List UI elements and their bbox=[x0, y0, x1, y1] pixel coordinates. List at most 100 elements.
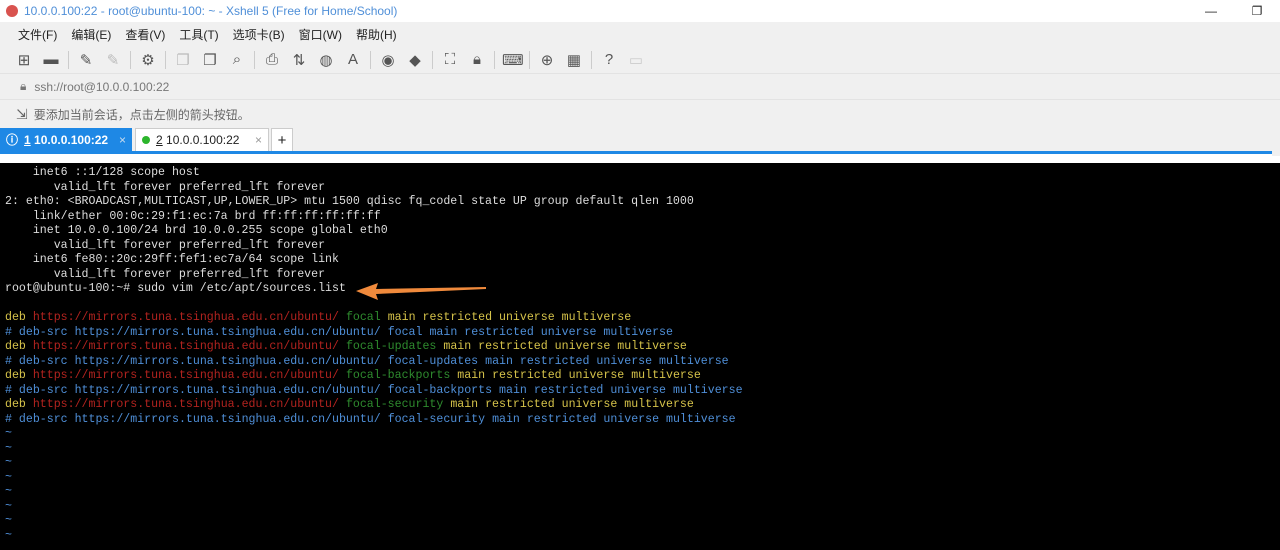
terminal-text: inet 10.0.0.100/24 brd 10.0.0.255 scope … bbox=[5, 224, 388, 237]
terminal[interactable]: inet6 ::1/128 scope host valid_lft forev… bbox=[0, 163, 1280, 550]
session-hint: 要添加当前会话，点击左侧的箭头按钮。 bbox=[33, 108, 250, 122]
source-suite: focal-security bbox=[387, 412, 486, 426]
tab-label: 10.0.0.100:22 bbox=[34, 132, 109, 147]
source-components: main restricted universe multiverse bbox=[485, 354, 729, 368]
tab-number: 2 bbox=[156, 133, 163, 147]
minimize-button[interactable]: — bbox=[1188, 0, 1234, 22]
sources-line: # deb-src https://mirrors.tuna.tsinghua.… bbox=[5, 384, 1275, 399]
source-url: https://mirrors.tuna.tsinghua.edu.cn/ubu… bbox=[32, 369, 339, 382]
source-components: main restricted universe multiverse bbox=[492, 412, 736, 426]
close-tab-icon[interactable]: × bbox=[255, 133, 262, 147]
source-kind: # deb-src bbox=[5, 383, 68, 397]
source-components: main restricted universe multiverse bbox=[429, 325, 673, 339]
restore-button[interactable]: ❐ bbox=[1234, 0, 1280, 22]
terminal-line: valid_lft forever preferred_lft forever bbox=[5, 181, 1275, 196]
vim-empty-line: ~ bbox=[5, 528, 12, 542]
source-kind: deb bbox=[5, 311, 26, 324]
menu-item[interactable]: 查看(V) bbox=[125, 26, 172, 43]
terminal-line: inet 10.0.0.100/24 brd 10.0.0.255 scope … bbox=[5, 224, 1275, 239]
terminal-text: inet6 ::1/128 scope host bbox=[5, 166, 200, 179]
terminal-line: link/ether 00:0c:29:f1:ec:7a brd ff:ff:f… bbox=[5, 210, 1275, 225]
new-tab-icon[interactable]: ⊕ bbox=[537, 51, 557, 69]
terminal-text: valid_lft forever preferred_lft forever bbox=[5, 267, 326, 281]
address-bar[interactable]: 🔒︎ ssh://root@10.0.0.100:22 bbox=[0, 73, 1280, 99]
help-icon[interactable]: ? bbox=[599, 51, 619, 68]
source-suite: focal-security bbox=[345, 398, 444, 411]
menu-item[interactable]: 文件(F) bbox=[18, 26, 64, 43]
source-url: https://mirrors.tuna.tsinghua.edu.cn/ubu… bbox=[74, 325, 381, 339]
sources-line: # deb-src https://mirrors.tuna.tsinghua.… bbox=[5, 355, 1275, 370]
xftp-icon[interactable]: ◉ bbox=[378, 51, 398, 69]
source-url: https://mirrors.tuna.tsinghua.edu.cn/ubu… bbox=[74, 412, 381, 426]
source-kind: deb bbox=[5, 398, 26, 411]
terminal-line: inet6 fe80::20c:29ff:fef1:ec7a/64 scope … bbox=[5, 253, 1275, 268]
terminal-line: inet6 ::1/128 scope host bbox=[5, 166, 1275, 181]
menu-item[interactable]: 编辑(E) bbox=[71, 26, 118, 43]
xmanager-icon[interactable]: ◆ bbox=[405, 51, 425, 69]
source-suite: focal-updates bbox=[387, 354, 479, 368]
source-kind: # deb-src bbox=[5, 325, 68, 339]
font-icon[interactable]: A bbox=[343, 51, 363, 68]
disconnect-icon[interactable]: ✎ bbox=[103, 51, 123, 69]
menu-item[interactable]: 窗口(W) bbox=[299, 26, 349, 43]
terminal-text: 2: eth0: <BROADCAST,MULTICAST,UP,LOWER_U… bbox=[5, 195, 694, 208]
window-title: 10.0.0.100:22 - root@ubuntu-100: ~ - Xsh… bbox=[24, 4, 398, 18]
vim-empty-line: ~ bbox=[5, 456, 12, 469]
transfer-icon[interactable]: ⇅ bbox=[289, 51, 309, 69]
source-components: main restricted universe multiverse bbox=[387, 311, 632, 324]
new-session-icon[interactable]: ⊞ bbox=[14, 51, 34, 69]
sources-line: # deb-src https://mirrors.tuna.tsinghua.… bbox=[5, 413, 1275, 428]
paste-icon[interactable]: ❐ bbox=[200, 51, 220, 69]
properties-icon[interactable]: ⚙ bbox=[138, 51, 158, 69]
title-bar: 10.0.0.100:22 - root@ubuntu-100: ~ - Xsh… bbox=[0, 0, 1280, 22]
source-suite: focal bbox=[345, 311, 381, 324]
sources-line: # deb-src https://mirrors.tuna.tsinghua.… bbox=[5, 326, 1275, 341]
layout-icon[interactable]: ▦ bbox=[564, 51, 584, 69]
vim-empty-line: ~ bbox=[5, 499, 12, 513]
menu-item[interactable]: 工具(T) bbox=[179, 26, 225, 43]
source-suite: focal-backports bbox=[345, 369, 451, 382]
source-components: main restricted universe multiverse bbox=[443, 340, 687, 353]
terminal-line: valid_lft forever preferred_lft forever bbox=[5, 239, 1275, 254]
open-folder-icon[interactable]: ▬ bbox=[41, 51, 61, 68]
source-kind: deb bbox=[5, 340, 26, 353]
menu-item[interactable]: 选项卡(B) bbox=[233, 26, 292, 43]
sources-line: deb https://mirrors.tuna.tsinghua.edu.cn… bbox=[5, 398, 1275, 413]
fullscreen-icon[interactable]: ⛶ bbox=[440, 51, 460, 68]
source-url: https://mirrors.tuna.tsinghua.edu.cn/ubu… bbox=[74, 383, 381, 397]
source-kind: # deb-src bbox=[5, 354, 68, 368]
menu-item[interactable]: 帮助(H) bbox=[356, 26, 404, 43]
tab-number: 1 bbox=[24, 132, 31, 147]
terminal-line: root@ubuntu-100:~# sudo vim /etc/apt/sou… bbox=[5, 282, 1275, 297]
chat-icon[interactable]: ▭ bbox=[626, 51, 646, 69]
arrow-session-icon[interactable]: ⇲ bbox=[16, 106, 28, 123]
keyboard-icon[interactable]: ⌨ bbox=[502, 51, 524, 69]
lock-icon[interactable]: 🔒︎ bbox=[467, 51, 487, 68]
vim-empty-line: ~ bbox=[5, 427, 12, 440]
source-suite: focal-backports bbox=[387, 383, 493, 397]
sources-line: deb https://mirrors.tuna.tsinghua.edu.cn… bbox=[5, 311, 1275, 326]
new-tab-button[interactable]: + bbox=[271, 128, 293, 151]
tab-session-2[interactable]: 2 10.0.0.100:22 × bbox=[135, 128, 269, 151]
close-tab-icon[interactable]: × bbox=[119, 133, 126, 147]
copy-icon[interactable]: ❐ bbox=[173, 51, 193, 69]
globe-icon[interactable]: ◍ bbox=[316, 51, 336, 69]
vim-empty-line: ~ bbox=[5, 514, 12, 527]
connect-icon[interactable]: ✎ bbox=[76, 51, 96, 69]
tab-scroll[interactable] bbox=[1272, 140, 1280, 156]
lock-icon: 🔒︎ bbox=[20, 79, 27, 93]
vim-empty-line: ~ bbox=[5, 485, 12, 498]
print-icon[interactable]: ⎙ bbox=[262, 51, 282, 68]
find-icon[interactable]: ⌕ bbox=[227, 51, 247, 68]
terminal-text: valid_lft forever preferred_lft forever bbox=[5, 238, 326, 252]
terminal-line: 2: eth0: <BROADCAST,MULTICAST,UP,LOWER_U… bbox=[5, 195, 1275, 210]
terminal-text: root@ubuntu-100:~# sudo vim /etc/apt/sou… bbox=[5, 282, 346, 295]
connected-status-icon bbox=[142, 136, 150, 144]
session-bar: ⇲ 要添加当前会话，点击左侧的箭头按钮。 bbox=[0, 99, 1280, 129]
tab-label: 10.0.0.100:22 bbox=[166, 133, 240, 147]
source-suite: focal bbox=[387, 325, 423, 339]
source-url: https://mirrors.tuna.tsinghua.edu.cn/ubu… bbox=[32, 398, 339, 411]
tab-session-1[interactable]: ⓘ 1 10.0.0.100:22 × bbox=[0, 128, 132, 151]
source-url: https://mirrors.tuna.tsinghua.edu.cn/ubu… bbox=[74, 354, 381, 368]
source-url: https://mirrors.tuna.tsinghua.edu.cn/ubu… bbox=[32, 311, 339, 324]
